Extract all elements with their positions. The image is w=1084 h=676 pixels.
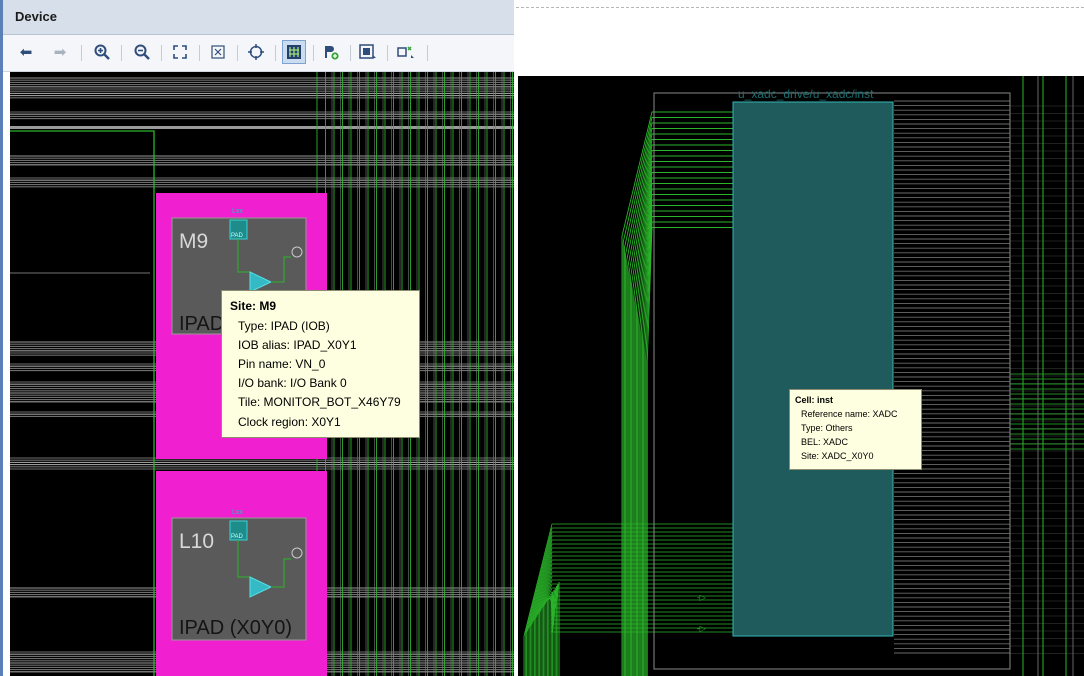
- tooltip-heading: Cell: inst: [795, 395, 834, 405]
- tooltip-line: IOB alias: IPAD_X0Y1: [238, 338, 357, 352]
- device-panel: Device ⬅ ➡ M9 IPAD Lxx PAD L10 IPAD (X0Y…: [0, 0, 514, 676]
- toolbar-separator: [81, 45, 82, 61]
- zoom-out-icon[interactable]: [131, 41, 153, 63]
- toolbar-separator: [199, 45, 200, 61]
- toolbar-separator: [350, 45, 351, 61]
- toolbar-separator: [313, 45, 314, 61]
- arrow-left-icon[interactable]: ⬅: [15, 41, 37, 63]
- channel-line: [10, 272, 150, 274]
- divider-line: [516, 7, 1084, 8]
- tooltip-heading: Site: M9: [230, 299, 277, 313]
- tooltip-line: Tile: MONITOR_BOT_X46Y79: [238, 395, 401, 409]
- channel-line: [10, 126, 514, 129]
- device-toolbar: ⬅ ➡: [3, 35, 514, 72]
- site-name-m9: M9: [179, 230, 208, 253]
- pblock-add-icon[interactable]: [320, 41, 342, 63]
- site-name-l10: L10: [179, 530, 214, 553]
- panel-titlebar: Device: [3, 0, 514, 35]
- pblock-draw-icon[interactable]: [357, 41, 379, 63]
- toolbar-separator: [387, 45, 388, 61]
- toolbar-separator: [237, 45, 238, 61]
- tooltip-line: I/O bank: I/O Bank 0: [238, 376, 347, 390]
- pad-text: PAD: [231, 233, 244, 239]
- tooltip-line: BEL: XADC: [801, 437, 849, 447]
- fit-selection-icon[interactable]: [207, 41, 229, 63]
- toolbar-separator: [121, 45, 122, 61]
- site-label-l10: IPAD (X0Y0): [179, 617, 292, 639]
- pin-marker: -▷: [697, 593, 707, 602]
- arrow-right-icon[interactable]: ➡: [49, 41, 71, 63]
- routing-icon[interactable]: [282, 40, 306, 64]
- xadc-cell[interactable]: [732, 101, 894, 637]
- panel-edge: [0, 0, 3, 676]
- site-small-label: Lxx: [232, 509, 243, 516]
- toolbar-separator: [161, 45, 162, 61]
- pad-text: PAD: [231, 534, 244, 540]
- tooltip-line: Type: Others: [801, 423, 853, 433]
- constraint-icon[interactable]: [395, 41, 417, 63]
- tooltip-line: Site: XADC_X0Y0: [801, 451, 874, 461]
- tooltip-line: Type: IPAD (IOB): [238, 319, 330, 333]
- site-tooltip: Site: M9 Type: IPAD (IOB) IOB alias: IPA…: [221, 290, 420, 438]
- pin-marker: -▷: [697, 624, 707, 633]
- crosshair-icon[interactable]: [245, 41, 267, 63]
- site-label-m9: IPAD: [179, 313, 224, 335]
- site-small-label: Lxx: [232, 208, 243, 215]
- cell-tooltip: Cell: inst Reference name: XADC Type: Ot…: [789, 389, 922, 470]
- toolbar-separator: [427, 45, 428, 61]
- toolbar-separator: [275, 45, 276, 61]
- cell-path-label: u_xadc_drive/u_xadc/inst: [738, 87, 874, 101]
- tooltip-line: Clock region: X0Y1: [238, 415, 341, 429]
- tooltip-line: Pin name: VN_0: [238, 357, 326, 371]
- panel-title: Device: [15, 9, 57, 24]
- expand-icon[interactable]: [169, 41, 191, 63]
- zoom-in-icon[interactable]: [91, 41, 113, 63]
- tooltip-line: Reference name: XADC: [801, 409, 898, 419]
- device-canvas-zoomed[interactable]: u_xadc_drive/u_xadc/inst -▷ -▷: [518, 76, 1084, 676]
